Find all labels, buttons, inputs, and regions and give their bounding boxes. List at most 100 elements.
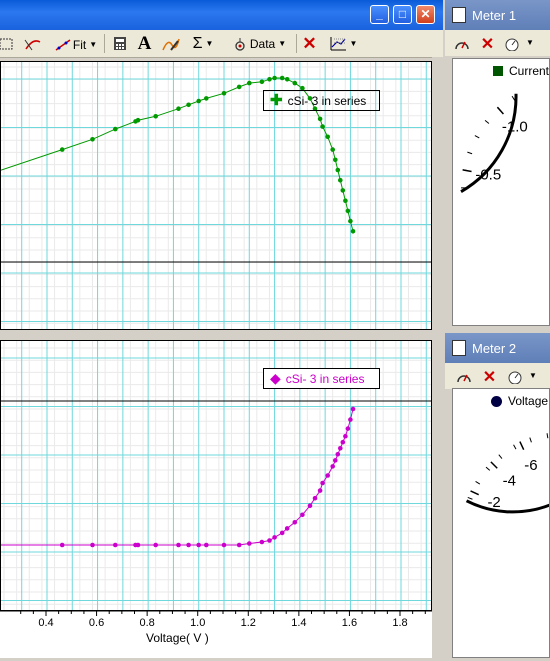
delete-icon[interactable]: ✕ <box>300 34 319 53</box>
toolbar-divider <box>104 34 105 53</box>
current-data-point <box>153 114 158 119</box>
voltage-data-point <box>267 538 272 543</box>
current-graph[interactable]: ✚ cSi- 3 in series <box>0 61 432 330</box>
data-button[interactable]: Data ▼ <box>226 33 294 54</box>
graph1-legend[interactable]: ✚ cSi- 3 in series <box>263 90 380 111</box>
current-data-point <box>90 137 95 142</box>
plus-marker-icon: ✚ <box>270 95 283 107</box>
current-data-point <box>285 77 290 82</box>
current-data-point <box>343 198 348 203</box>
voltage-data-point <box>280 531 285 536</box>
data-source-icon <box>234 37 246 51</box>
data-label: Data <box>250 37 275 51</box>
gauge-scale-label: -4 <box>503 472 516 489</box>
current-data-point <box>325 135 330 140</box>
gauge-minor-tick <box>468 497 473 499</box>
gauge-icon[interactable] <box>455 368 472 385</box>
graph-title-bar[interactable]: _ □ ✕ <box>0 0 443 30</box>
calculator-icon[interactable] <box>110 34 129 53</box>
voltage-data-point <box>196 543 201 548</box>
meter1-legend: Current <box>493 64 549 78</box>
tangent-icon[interactable] <box>23 34 42 53</box>
delete-icon[interactable]: ✕ <box>481 368 498 385</box>
voltage-data-point <box>136 543 141 548</box>
meter2-title-bar[interactable]: Meter 2 <box>445 333 550 363</box>
voltage-data-point <box>308 503 313 508</box>
current-data-point <box>247 81 252 86</box>
current-data-point <box>293 81 298 86</box>
voltage-data-point <box>320 481 325 486</box>
window-border <box>432 57 443 658</box>
chevron-down-icon[interactable]: ▼ <box>526 38 534 47</box>
x-axis-label[interactable]: Voltage( V ) <box>146 631 209 645</box>
x-tick-label: 1.8 <box>392 617 407 629</box>
legend-swatch <box>491 396 502 407</box>
chevron-down-icon[interactable]: ▼ <box>205 39 213 48</box>
current-data-point <box>204 96 209 101</box>
current-data-point <box>336 168 341 173</box>
draw-prediction-icon[interactable] <box>161 34 180 53</box>
text-annotation-icon[interactable]: A <box>135 34 154 53</box>
chevron-down-icon[interactable]: ▼ <box>350 39 358 48</box>
meter2-legend-label: Voltage <box>508 394 548 408</box>
x-tick-label: 1.2 <box>241 617 256 629</box>
meter-type-icon[interactable] <box>506 368 523 385</box>
current-data-point <box>341 188 346 193</box>
voltage-graph[interactable]: ◆ cSi- 3 in series <box>0 340 432 611</box>
meter2-window: Meter 2 ✕ ▼ Voltage -2-4-6-8-10 <box>445 333 550 658</box>
current-data-point <box>320 124 325 129</box>
current-data-point <box>272 76 277 81</box>
voltage-data-point <box>176 543 181 548</box>
fit-icon <box>55 38 71 52</box>
maximize-button[interactable]: □ <box>393 5 412 24</box>
meter1-gauge: -0.5-1.0 <box>453 59 550 326</box>
voltage-data-point <box>300 513 305 518</box>
gauge-icon[interactable] <box>453 35 470 52</box>
voltage-data-point <box>351 407 356 412</box>
voltage-data-point <box>60 543 65 548</box>
graph2-legend[interactable]: ◆ cSi- 3 in series <box>263 368 380 389</box>
voltage-data-point <box>204 543 209 548</box>
meter1-title: Meter 1 <box>472 8 516 23</box>
sigma-icon: Σ <box>193 35 203 53</box>
meter2-toolbar: ✕ ▼ <box>445 363 550 389</box>
chevron-down-icon[interactable]: ▼ <box>278 39 286 48</box>
gauge-minor-tick <box>475 136 479 138</box>
voltage-data-point <box>186 543 191 548</box>
fit-button[interactable]: Fit ▼ <box>48 33 104 56</box>
gauge-major-tick <box>491 462 497 468</box>
meter1-title-bar[interactable]: Meter 1 <box>445 0 550 30</box>
voltage-data-point <box>90 543 95 548</box>
x-tick-label: 0.8 <box>139 617 154 629</box>
gauge-major-tick <box>520 442 524 450</box>
chevron-down-icon[interactable]: ▼ <box>89 40 97 49</box>
current-data-point <box>196 99 201 104</box>
graph2-legend-label: cSi- 3 in series <box>286 372 365 386</box>
gauge-minor-tick <box>512 96 515 100</box>
gauge-scale-label: -0.5 <box>475 166 501 183</box>
voltage-data-point <box>338 446 343 451</box>
graph-options-button[interactable]: ▼ <box>325 33 361 54</box>
voltage-data-point <box>285 526 290 531</box>
graph-window: _ □ ✕ Fit ▼ A Σ ▼ Data ▼ <box>0 0 443 658</box>
chevron-down-icon[interactable]: ▼ <box>529 371 537 380</box>
voltage-data-point <box>348 417 353 422</box>
delete-icon[interactable]: ✕ <box>479 35 496 52</box>
gauge-minor-tick <box>476 481 480 484</box>
x-tick-label: 1.0 <box>190 617 205 629</box>
voltage-data-point <box>222 543 227 548</box>
view-icon[interactable] <box>0 34 16 53</box>
diamond-marker-icon: ◆ <box>270 370 281 387</box>
gauge-minor-tick <box>486 467 490 470</box>
meter-icon <box>452 340 466 356</box>
x-axis-area: 0.40.60.81.01.21.41.61.8 Voltage( V ) <box>0 611 443 658</box>
voltage-data-point <box>330 464 335 469</box>
close-window-button[interactable]: ✕ <box>416 5 435 24</box>
statistics-button[interactable]: Σ ▼ <box>186 33 220 54</box>
voltage-data-point <box>113 543 118 548</box>
meter-type-icon[interactable] <box>503 35 520 52</box>
minimize-button[interactable]: _ <box>370 5 389 24</box>
current-data-point <box>222 91 227 96</box>
current-data-point <box>136 118 141 123</box>
voltage-data-point <box>237 543 242 548</box>
